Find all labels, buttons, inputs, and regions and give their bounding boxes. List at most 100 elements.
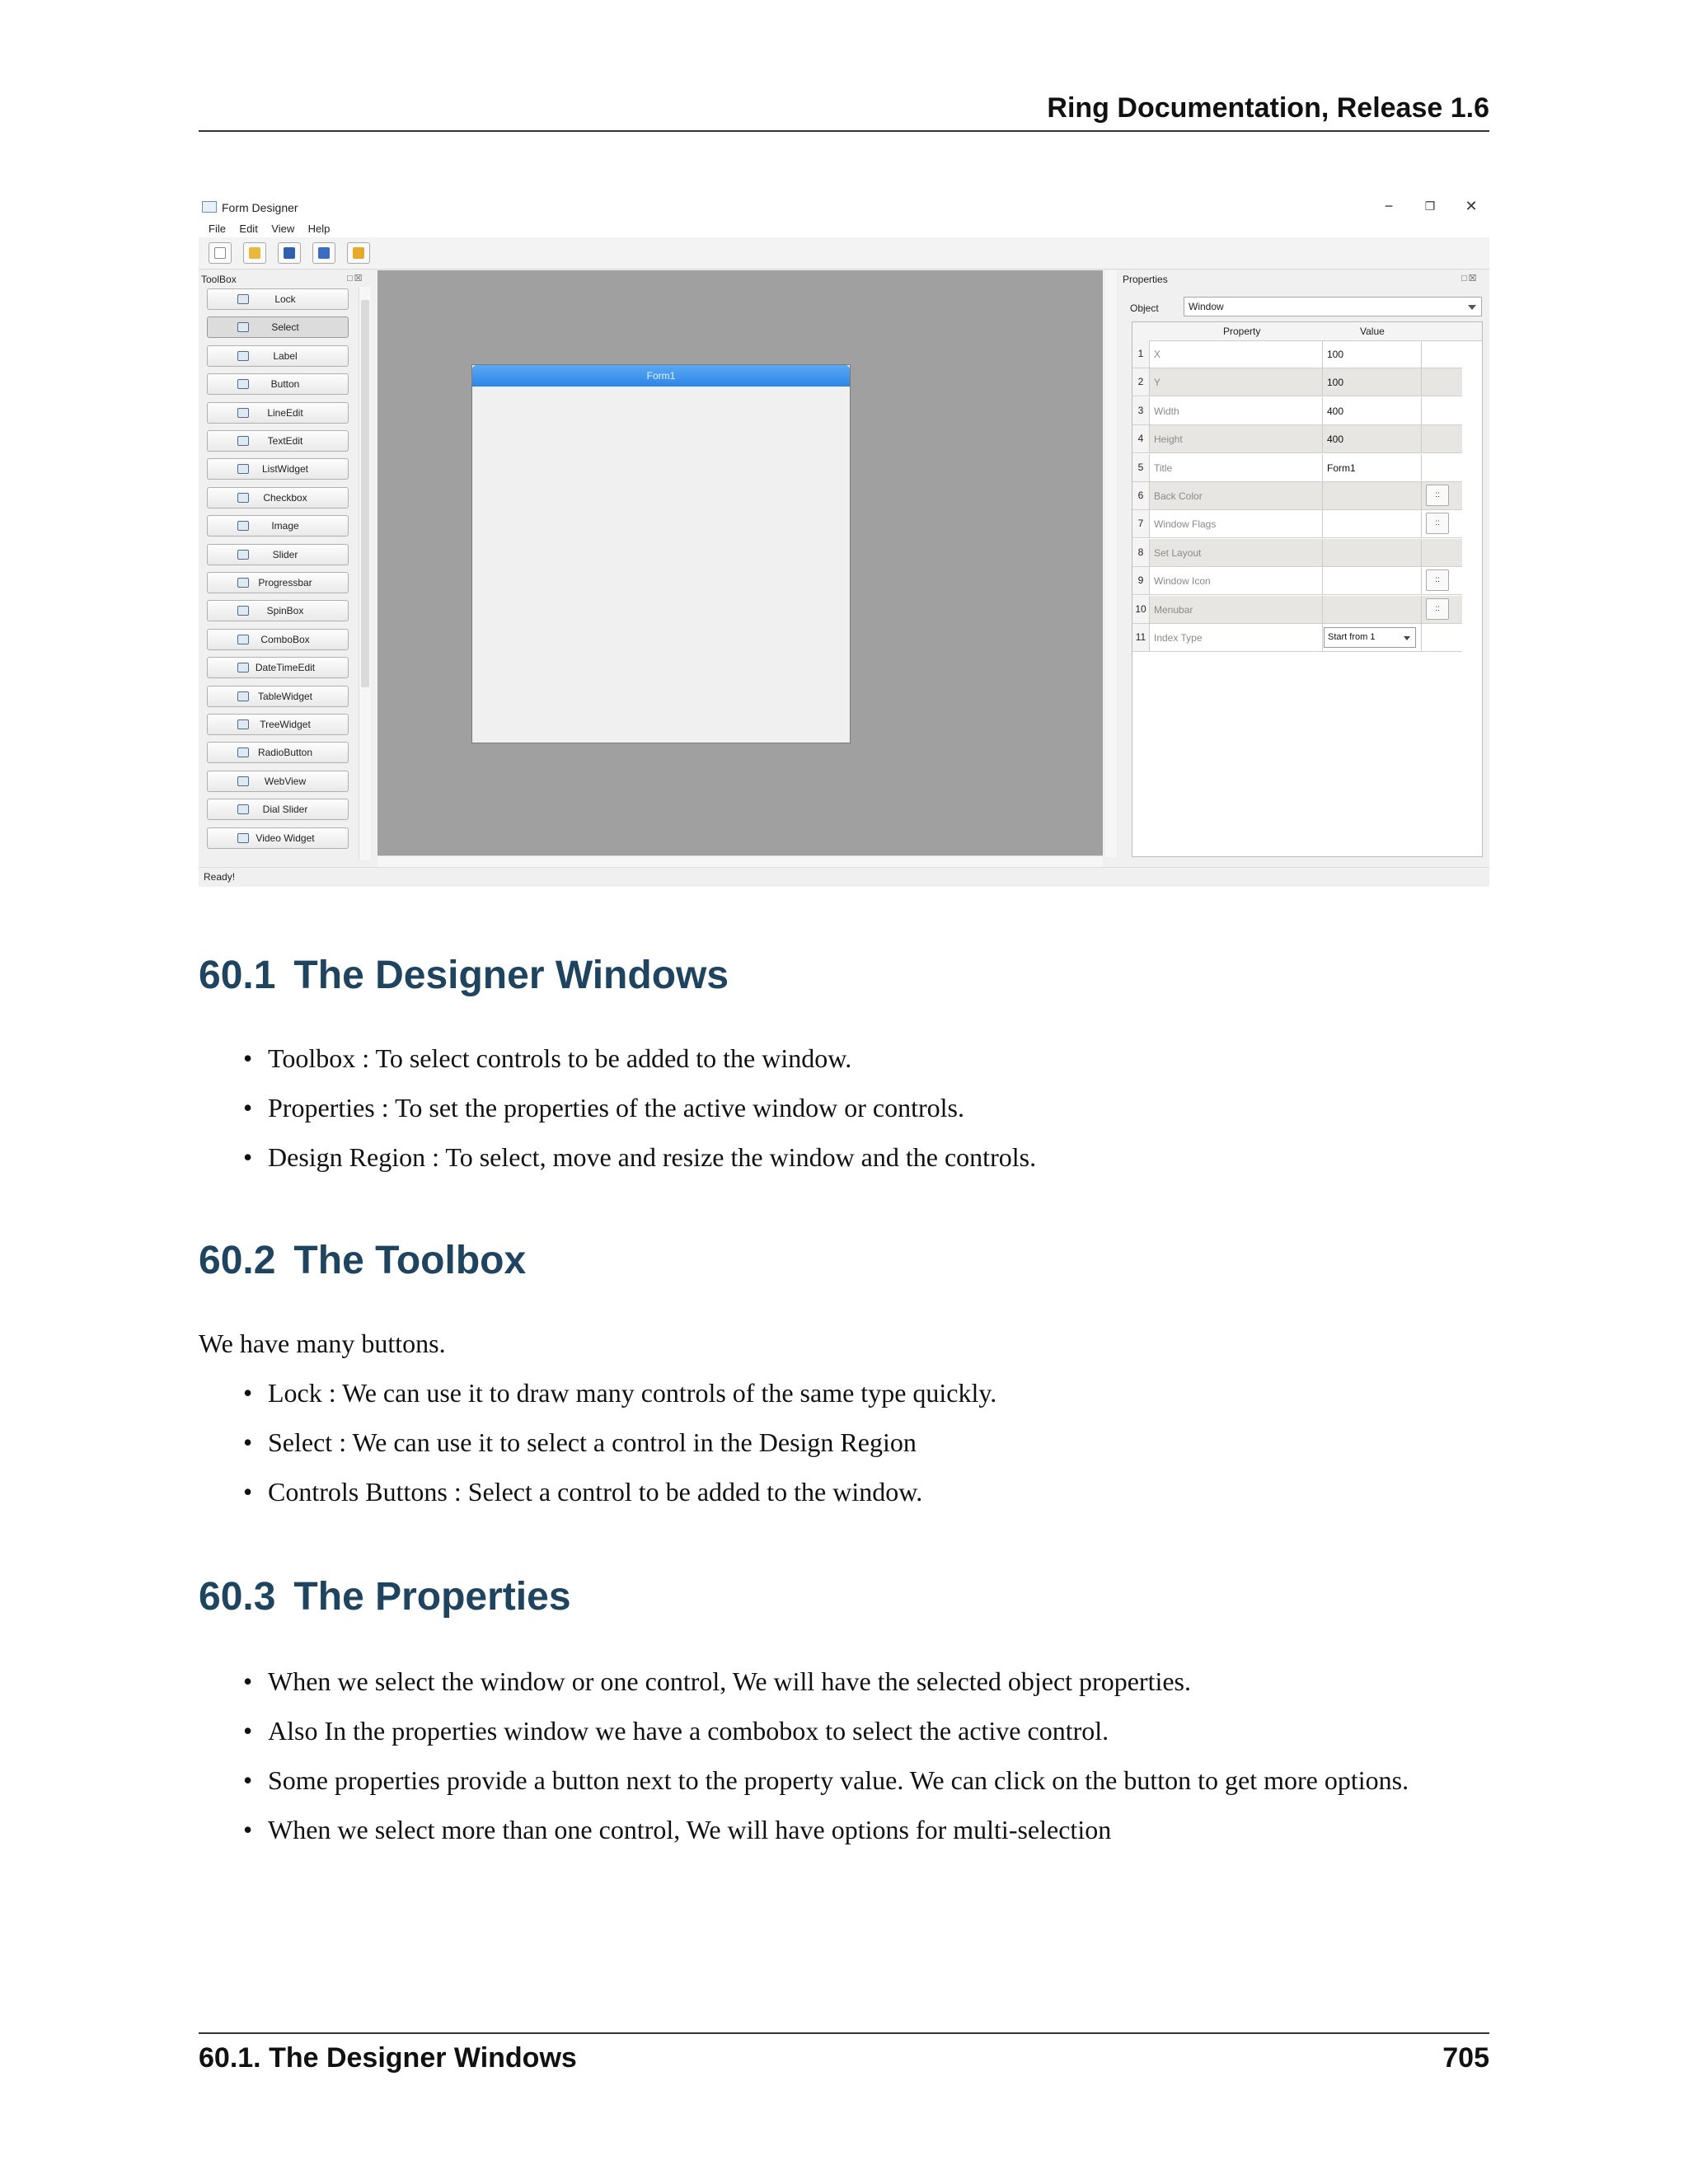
property-name: Y xyxy=(1154,377,1161,389)
property-row[interactable]: 6 Back Color:: xyxy=(1132,482,1462,510)
toolbox-button-button[interactable]: Button xyxy=(207,373,349,396)
design-vertical-scrollbar[interactable] xyxy=(1105,270,1117,857)
toolbox-dock: ToolBox □☒ Lock Select Label Button LineEdit… xyxy=(199,270,373,866)
cell-divider xyxy=(1322,425,1323,453)
column-header-property: Property xyxy=(1223,326,1261,337)
row-number: 3 xyxy=(1132,396,1150,424)
property-value[interactable]: 100 xyxy=(1327,349,1343,360)
toolbox-textedit-button[interactable]: TextEdit xyxy=(207,430,349,452)
paragraph: We have many buttons. xyxy=(199,1329,446,1358)
property-value[interactable]: 100 xyxy=(1327,377,1343,388)
menu-help[interactable]: Help xyxy=(308,223,331,235)
toolbox-select-button[interactable]: Select xyxy=(207,316,349,339)
row-number: 10 xyxy=(1132,595,1150,623)
toolbox-button-label: SpinBox xyxy=(266,605,304,617)
toolbox-button-label: Image xyxy=(271,520,299,532)
save-icon xyxy=(284,247,295,259)
list-item: Some properties provide a button next to… xyxy=(243,1765,1554,1815)
scrollbar-thumb[interactable] xyxy=(361,300,369,687)
save-button[interactable] xyxy=(278,242,301,264)
toolbox-dial-slider-button[interactable]: Dial Slider xyxy=(207,799,349,821)
toolbox-image-button[interactable]: Image xyxy=(207,515,349,537)
more-options-button[interactable]: :: xyxy=(1426,569,1449,592)
property-row[interactable]: 2 Y 100 xyxy=(1132,368,1462,397)
chevron-down-icon xyxy=(1468,305,1476,310)
menu-view[interactable]: View xyxy=(271,223,294,235)
toolbox-progressbar-button[interactable]: Progressbar xyxy=(207,572,349,593)
open-button[interactable] xyxy=(243,242,266,264)
property-row[interactable]: 1 X 100 xyxy=(1132,340,1462,368)
toolbox-button-label: Slider xyxy=(272,548,298,560)
form-window[interactable]: Form1 xyxy=(471,364,851,743)
design-horizontal-scrollbar[interactable] xyxy=(377,855,1103,868)
property-row[interactable]: 8 Set Layout xyxy=(1132,538,1462,567)
toolbox-webview-button[interactable]: WebView xyxy=(207,770,349,792)
section-number: 60.3 xyxy=(199,1575,276,1619)
property-value[interactable]: 400 xyxy=(1327,405,1343,417)
menu-edit[interactable]: Edit xyxy=(239,223,257,235)
properties-dock-buttons[interactable]: □☒ xyxy=(1461,273,1479,284)
property-value[interactable]: Form1 xyxy=(1327,462,1356,474)
toolbox-button-label: RadioButton xyxy=(257,747,313,759)
toolbox-checkbox-button[interactable]: Checkbox xyxy=(207,486,349,509)
toolbox-datetimeedit-button[interactable]: DateTimeEdit xyxy=(207,657,349,679)
list-item: Design Region : To select, move and resi… xyxy=(243,1142,1554,1192)
cell-divider xyxy=(1421,340,1422,368)
toolbox-treewidget-button[interactable]: TreeWidget xyxy=(207,714,349,735)
properties-dock: Properties □☒ Object Window Property Val… xyxy=(1120,270,1489,866)
row-number: 4 xyxy=(1132,425,1150,453)
close-button[interactable]: ✕ xyxy=(1455,196,1488,216)
minimize-button[interactable]: − xyxy=(1372,196,1405,216)
section-title: The Toolbox xyxy=(293,1239,527,1282)
new-file-button[interactable] xyxy=(209,242,232,264)
save-as-button[interactable] xyxy=(312,242,335,264)
toolbox-tablewidget-button[interactable]: TableWidget xyxy=(207,685,349,707)
form-caption[interactable]: Form1 xyxy=(472,365,850,387)
toolbox-listwidget-button[interactable]: ListWidget xyxy=(207,458,349,480)
object-combobox[interactable]: Window xyxy=(1184,297,1482,316)
property-value[interactable]: 400 xyxy=(1327,434,1343,445)
toolbox-slider-button[interactable]: Slider xyxy=(207,543,349,565)
property-row[interactable]: 9 Window Icon:: xyxy=(1132,567,1462,596)
list-item: Lock : We can use it to draw many contro… xyxy=(243,1378,1554,1427)
property-name: Set Layout xyxy=(1154,546,1202,559)
more-options-button[interactable]: :: xyxy=(1426,513,1449,535)
more-options-button[interactable]: :: xyxy=(1426,598,1449,620)
toolbox-spinbox-button[interactable]: SpinBox xyxy=(207,600,349,622)
toolbox-dock-buttons[interactable]: □☒ xyxy=(347,273,364,284)
cell-divider xyxy=(1322,482,1323,509)
toolbox-lineedit-button[interactable]: LineEdit xyxy=(207,401,349,424)
property-row[interactable]: 3 Width 400 xyxy=(1132,396,1462,425)
menu-file[interactable]: File xyxy=(209,223,226,235)
property-row[interactable]: 10 Menubar:: xyxy=(1132,595,1462,624)
toolbox-combobox-button[interactable]: ComboBox xyxy=(207,628,349,650)
more-options-button[interactable]: :: xyxy=(1426,485,1449,506)
footer-section: 60.1. The Designer Windows xyxy=(199,2042,577,2074)
restore-button[interactable]: ❐ xyxy=(1414,196,1447,216)
section-heading: 60.3 The Properties xyxy=(199,1574,571,1619)
row-number: 1 xyxy=(1132,340,1150,368)
toolbox-label-button[interactable]: Label xyxy=(207,344,349,367)
cell-divider xyxy=(1421,453,1422,481)
index-type-combobox[interactable]: Start from 1 xyxy=(1324,627,1416,648)
toolbox-lock-button[interactable]: Lock xyxy=(207,288,349,310)
toolbox-scrollbar[interactable] xyxy=(359,287,371,860)
toolbox-button-label: TreeWidget xyxy=(260,719,311,730)
list-item: Select : We can use it to select a contr… xyxy=(243,1427,1554,1477)
open-form-button[interactable] xyxy=(347,242,370,264)
design-region[interactable]: Form1 xyxy=(377,270,1103,855)
running-header: Ring Documentation, Release 1.6 xyxy=(1047,92,1489,124)
cell-divider xyxy=(1322,396,1323,424)
list-item: When we select the window or one control… xyxy=(243,1666,1554,1716)
cell-divider xyxy=(1322,567,1323,595)
toolbox-button-label: WebView xyxy=(264,775,307,787)
toolbox-video-widget-button[interactable]: Video Widget xyxy=(207,827,349,849)
cell-divider xyxy=(1322,453,1323,481)
property-row[interactable]: 5 Title Form1 xyxy=(1132,453,1462,482)
property-row[interactable]: 11 Index Type Start from 1 xyxy=(1132,624,1462,652)
cell-divider xyxy=(1322,340,1323,368)
property-name: Menubar xyxy=(1154,603,1193,616)
toolbox-radiobutton-button[interactable]: RadioButton xyxy=(207,742,349,764)
property-row[interactable]: 7 Window Flags:: xyxy=(1132,510,1462,539)
property-row[interactable]: 4 Height 400 xyxy=(1132,425,1462,454)
